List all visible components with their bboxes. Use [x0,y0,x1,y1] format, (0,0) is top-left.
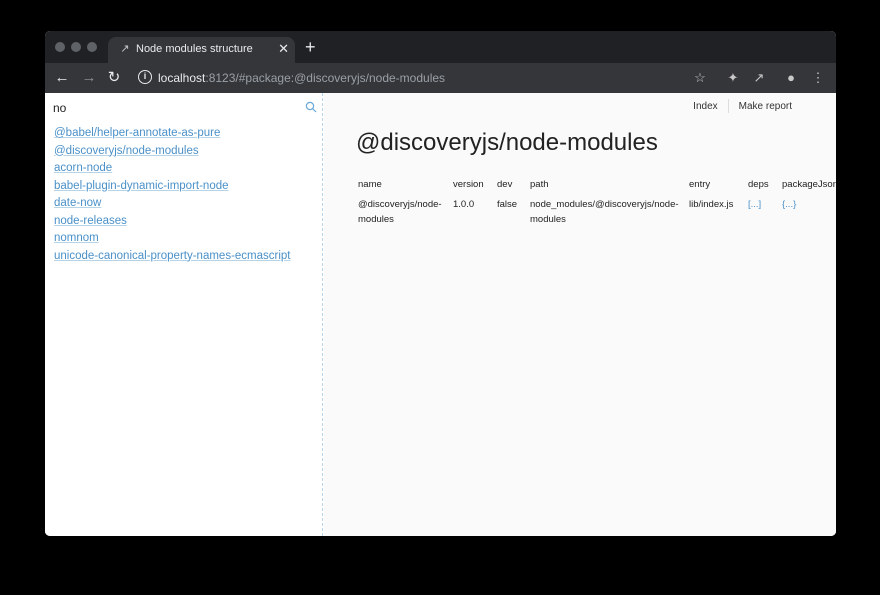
make-report-link[interactable]: Make report [739,101,792,112]
cell-packagejson-expand[interactable]: {...} [782,197,796,212]
list-item: unicode-canonical-property-names-ecmascr… [54,248,291,266]
minimize-window-button[interactable] [71,42,81,52]
search-input[interactable] [53,99,293,117]
close-window-button[interactable] [55,42,65,52]
package-link[interactable]: @discoveryjs/node-modules [54,145,199,157]
back-icon[interactable]: ← [53,69,71,87]
favicon-icon: ↗ [120,43,130,55]
maximize-window-button[interactable] [87,42,97,52]
tab-strip: ↗ Node modules structure ✕ + [45,31,836,63]
column-header-version[interactable]: version [453,177,484,192]
cell-name-line: modules [358,214,394,225]
page-title: @discoveryjs/node-modules [356,129,658,156]
menu-icon[interactable]: ⋮ [810,70,826,86]
browser-toolbar: ← → ↻ i localhost:8123/#package:@discove… [45,63,836,93]
cell-path: node_modules/@discoveryjs/node-modules [530,197,679,227]
package-link[interactable]: node-releases [54,215,127,227]
package-link[interactable]: nomnom [54,232,99,244]
cell-dev: false [497,199,518,210]
cell-name-line: @discoveryjs/node- [358,199,442,210]
address-bar[interactable]: localhost:8123/#package:@discoveryjs/nod… [158,71,445,85]
url-path: :8123/#package:@discoveryjs/node-modules [205,71,446,85]
cell-entry: lib/index.js [689,199,734,210]
package-link[interactable]: babel-plugin-dynamic-import-node [54,180,229,192]
forward-icon[interactable]: → [80,69,98,87]
reload-icon[interactable]: ↻ [105,69,123,87]
list-item: date-now [54,195,291,213]
sidebar: @babel/helper-annotate-as-pure @discover… [45,93,323,536]
column-header-path[interactable]: path [530,177,549,192]
package-list: @babel/helper-annotate-as-pure @discover… [54,125,291,265]
list-item: nomnom [54,230,291,248]
cell-path-line: node_modules/@discoveryjs/node- [530,199,679,210]
list-item: acorn-node [54,160,291,178]
package-link[interactable]: unicode-canonical-property-names-ecmascr… [54,250,291,262]
url-host: localhost [158,71,206,85]
cell-path-line: modules [530,214,566,225]
package-link[interactable]: date-now [54,197,101,209]
cell-version: 1.0.0 [453,199,475,210]
tab-node-modules[interactable]: ↗ Node modules structure ✕ [108,37,295,63]
close-tab-icon[interactable]: ✕ [278,40,289,58]
search-icon [305,101,317,113]
main-panel: Index Make report @discoveryjs/node-modul… [324,93,836,536]
new-tab-button[interactable]: + [305,37,316,57]
cell-name: @discoveryjs/node-modules [358,197,442,227]
profile-icon[interactable]: ● [783,70,799,86]
page-content: @babel/helper-annotate-as-pure @discover… [45,93,836,536]
list-item: node-releases [54,213,291,231]
package-link[interactable]: acorn-node [54,162,112,174]
nav-divider [727,99,729,113]
browser-window: ↗ Node modules structure ✕ + ← → ↻ i loc… [45,31,836,536]
column-header-dev[interactable]: dev [497,177,512,192]
bookmark-star-icon[interactable]: ☆ [692,70,708,86]
package-link[interactable]: @babel/helper-annotate-as-pure [54,127,220,139]
search-box [53,99,317,117]
list-item: @discoveryjs/node-modules [54,143,291,161]
list-item: babel-plugin-dynamic-import-node [54,178,291,196]
cell-deps-expand[interactable]: [...] [748,197,761,212]
list-item: @babel/helper-annotate-as-pure [54,125,291,143]
column-header-name[interactable]: name [358,177,382,192]
tab-title: Node modules structure [136,43,253,55]
column-header-deps[interactable]: deps [748,177,769,192]
extension-discovery-icon[interactable]: ↗ [751,70,767,86]
top-nav: Index Make report [693,99,792,113]
index-link[interactable]: Index [693,101,717,112]
extension-icon[interactable]: ✦ [725,70,741,86]
column-header-packagejson[interactable]: packageJson [782,177,836,192]
column-header-entry[interactable]: entry [689,177,710,192]
site-info-icon[interactable]: i [138,70,152,84]
